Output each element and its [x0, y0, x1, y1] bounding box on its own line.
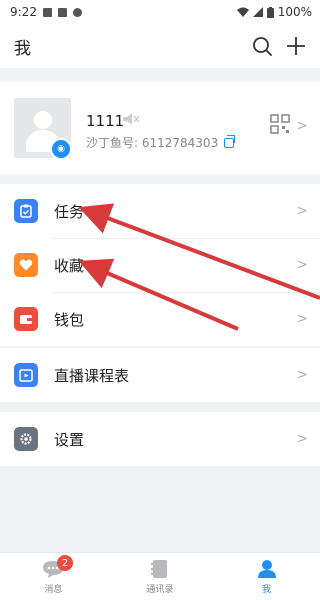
menu-item-live-schedule[interactable]: 直播课程表 >: [0, 348, 320, 402]
profile-id: 沙丁鱼号: 6112784303: [86, 136, 219, 150]
tab-messages[interactable]: 2 消息: [0, 553, 107, 600]
chevron-right-icon: >: [296, 311, 308, 327]
notification-icon: [42, 7, 52, 17]
heart-icon: [14, 253, 38, 277]
calendar-play-icon: [14, 363, 38, 387]
qr-code-icon[interactable]: [270, 114, 290, 134]
chevron-right-icon: >: [296, 367, 308, 383]
add-icon[interactable]: [286, 36, 306, 56]
sync-icon: [72, 7, 82, 17]
menu-group-settings: 设置 >: [0, 412, 320, 466]
menu-item-label: 任务: [54, 202, 85, 221]
menu-item-label: 设置: [54, 430, 85, 449]
user-icon: [257, 559, 276, 578]
mute-icon: [123, 113, 140, 125]
address-book-icon: [151, 559, 167, 578]
fish-badge-icon: ◉: [50, 138, 72, 160]
status-bar: 9:22 100%: [0, 0, 320, 24]
image-icon: [57, 7, 67, 17]
menu-item-settings[interactable]: 设置 >: [0, 412, 320, 466]
profile-card[interactable]: ◉ 1111 沙丁鱼号: 6112784303 >: [0, 82, 320, 174]
chevron-right-icon: >: [296, 257, 308, 273]
menu-item-label: 直播课程表: [54, 366, 130, 385]
battery-icon: [266, 6, 274, 18]
page-header: 我: [0, 24, 320, 68]
chevron-right-icon: >: [296, 431, 308, 447]
menu-item-favorites[interactable]: 收藏 >: [0, 238, 320, 292]
search-icon[interactable]: [252, 36, 272, 56]
tab-label: 通讯录: [146, 584, 174, 595]
menu-group-live: 直播课程表 >: [0, 348, 320, 402]
unread-badge: 2: [57, 555, 73, 571]
gear-icon: [14, 427, 38, 451]
tab-bar: 2 消息 通讯录 我: [0, 552, 320, 600]
tab-contacts[interactable]: 通讯录: [107, 553, 214, 600]
menu-item-label: 钱包: [54, 310, 85, 329]
wifi-icon: [236, 7, 249, 17]
tab-me[interactable]: 我: [213, 553, 320, 600]
menu-item-tasks[interactable]: 任务 >: [0, 184, 320, 238]
status-time: 9:22: [10, 5, 37, 19]
profile-name: 1111: [86, 112, 125, 130]
menu-item-label: 收藏: [54, 256, 85, 275]
page-title: 我: [14, 38, 31, 59]
tab-label: 我: [262, 584, 272, 595]
chevron-right-icon: >: [296, 203, 308, 219]
battery-level: 100%: [277, 5, 312, 19]
clipboard-icon: [14, 199, 38, 223]
wallet-icon: [14, 307, 38, 331]
menu-group-main: 任务 > 收藏 > 钱包 >: [0, 184, 320, 346]
tab-label: 消息: [44, 584, 63, 595]
profile-id-line: 沙丁鱼号: 6112784303: [86, 134, 236, 151]
signal-icon: [252, 7, 263, 17]
copy-icon[interactable]: [224, 134, 236, 148]
menu-item-wallet[interactable]: 钱包 >: [0, 292, 320, 346]
chevron-right-icon: >: [296, 118, 308, 134]
